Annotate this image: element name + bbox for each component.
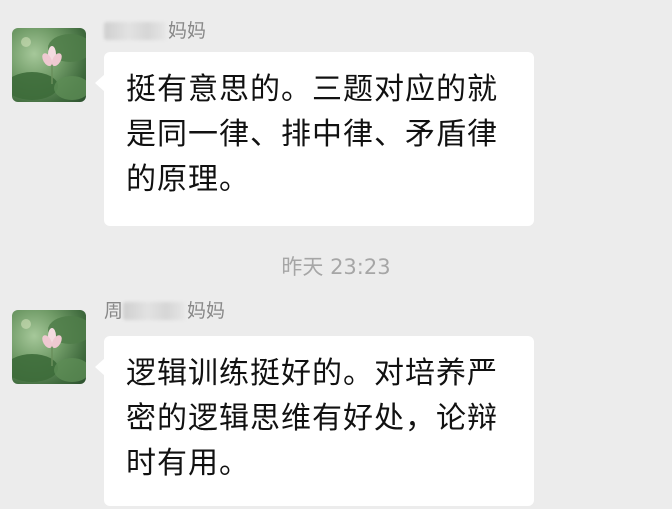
message-text: 逻辑训练挺好的。对培养严密的逻辑思维有好处，论辩时有用。	[126, 356, 498, 481]
message-bubble[interactable]: 挺有意思的。三题对应的就是同一律、排中律、矛盾律的原理。	[95, 52, 534, 226]
avatar[interactable]	[12, 310, 86, 384]
sender-name-prefix: 周	[104, 300, 124, 322]
sender-name-suffix: 妈妈	[168, 20, 207, 42]
sender-name: 周 妈妈	[104, 298, 225, 324]
message-bubble[interactable]: 逻辑训练挺好的。对培养严密的逻辑思维有好处，论辩时有用。	[95, 336, 534, 506]
lotus-pond-avatar-icon	[12, 34, 86, 100]
avatar[interactable]	[12, 28, 86, 102]
chat-view: 妈妈 挺有意思的。三题对应的就是同一律、排中律、矛盾律的原理。 昨天 23:23	[0, 0, 672, 509]
timestamp: 昨天 23:23	[281, 255, 391, 279]
redacted-name	[123, 302, 186, 320]
redacted-name	[104, 22, 166, 40]
sender-name-suffix: 妈妈	[187, 300, 226, 322]
sender-name: 妈妈	[104, 18, 206, 44]
lotus-pond-avatar-icon	[12, 316, 86, 382]
message-text: 挺有意思的。三题对应的就是同一律、排中律、矛盾律的原理。	[126, 72, 498, 197]
